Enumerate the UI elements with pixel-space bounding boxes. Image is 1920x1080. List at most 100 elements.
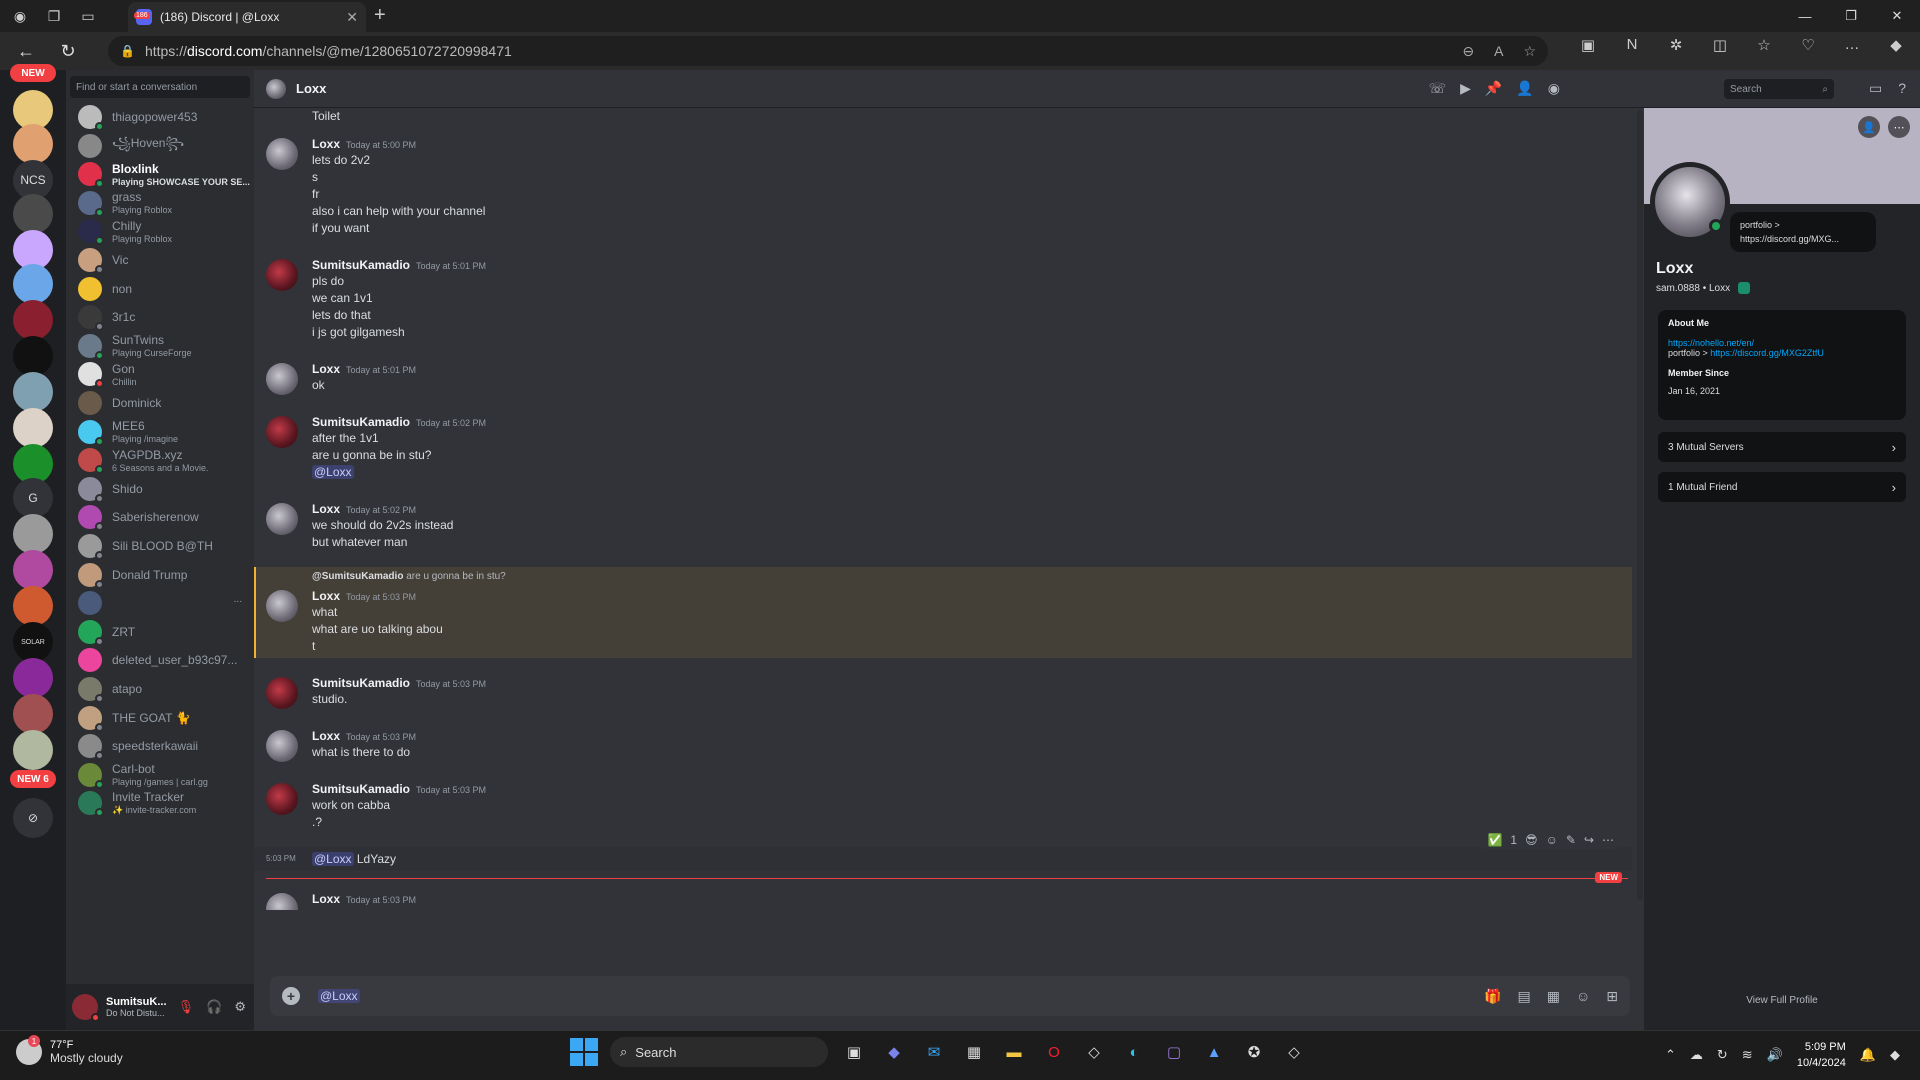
message-avatar[interactable]: [266, 363, 298, 395]
message-author[interactable]: Loxx: [312, 362, 340, 376]
reply-reference[interactable]: @SumitsuKamadio are u gonna be in stu?: [312, 571, 506, 582]
message-author[interactable]: Loxx: [312, 892, 340, 906]
close-window-icon[interactable]: ✕: [1874, 0, 1920, 32]
discover-servers-icon[interactable]: ⊘: [13, 798, 53, 838]
tab-actions-icon[interactable]: ▭: [74, 2, 102, 30]
edge-icon[interactable]: ◐: [1120, 1038, 1148, 1066]
server-icon[interactable]: [13, 408, 53, 448]
quick-reaction-icon[interactable]: 1: [1510, 833, 1517, 847]
url-field[interactable]: 🔒 https://discord.com/channels/@me/12806…: [108, 36, 1548, 66]
view-full-profile-link[interactable]: View Full Profile: [1644, 995, 1920, 1006]
more-menu-icon[interactable]: …: [1838, 36, 1866, 54]
extension-icon-2[interactable]: N: [1618, 36, 1646, 54]
server-icon[interactable]: [13, 514, 53, 554]
forward-icon[interactable]: ↪: [1584, 833, 1594, 847]
mic-muted-icon[interactable]: 🎙: [178, 999, 195, 1015]
user-mention[interactable]: @Loxx: [312, 465, 354, 479]
message-author[interactable]: SumitsuKamadio: [312, 415, 410, 429]
server-tag-icon[interactable]: [1738, 282, 1751, 294]
add-reaction-icon[interactable]: ☺: [1546, 833, 1558, 847]
app-icon-fox[interactable]: ▢: [1160, 1038, 1188, 1066]
message-avatar[interactable]: [266, 590, 298, 622]
taskbar-search[interactable]: ⌕ Search: [610, 1037, 828, 1067]
roblox-icon[interactable]: ◇: [1080, 1038, 1108, 1066]
server-icon[interactable]: [13, 730, 53, 770]
pinned-messages-icon[interactable]: 📌: [1485, 80, 1502, 97]
profile-icon[interactable]: ◉: [6, 2, 34, 30]
dm-search-input[interactable]: Find or start a conversation: [70, 76, 250, 98]
chat-header-name[interactable]: Loxx: [296, 81, 326, 96]
server-icon[interactable]: [13, 550, 53, 590]
voice-call-icon[interactable]: ☏: [1429, 80, 1447, 97]
message-composer[interactable]: + @Loxx 🎁 ▤ ▦ ☺ ⊞: [270, 976, 1630, 1016]
tray-chevron-up-icon[interactable]: ⌃: [1665, 1047, 1676, 1063]
teams-icon[interactable]: ◆: [880, 1038, 908, 1066]
read-aloud-icon[interactable]: A: [1494, 43, 1503, 59]
restore-icon[interactable]: ❐: [1828, 0, 1874, 32]
attach-plus-icon[interactable]: +: [282, 987, 300, 1005]
minimize-icon[interactable]: —: [1782, 0, 1828, 32]
more-actions-icon[interactable]: ⋯: [1602, 833, 1614, 847]
browser-essentials-icon[interactable]: ♡: [1794, 36, 1822, 54]
quick-reaction-icon[interactable]: ✅: [1487, 833, 1502, 847]
apps-icon[interactable]: ⊞: [1606, 988, 1618, 1005]
app-icon-active[interactable]: ▲: [1200, 1038, 1228, 1066]
volume-icon[interactable]: 🔊: [1767, 1047, 1783, 1063]
new-tab-icon[interactable]: +: [374, 4, 386, 27]
dm-more-icon[interactable]: ...: [234, 594, 242, 605]
emoji-icon[interactable]: ☺: [1576, 988, 1590, 1005]
server-icon[interactable]: [13, 586, 53, 626]
server-icon[interactable]: [13, 264, 53, 304]
message-author[interactable]: SumitsuKamadio: [312, 258, 410, 272]
chat-search-input[interactable]: Search ⌕: [1724, 79, 1834, 99]
workspaces-icon[interactable]: ❐: [40, 2, 68, 30]
add-friend-icon[interactable]: 👤: [1858, 116, 1880, 138]
mutual-servers-row[interactable]: 3 Mutual Servers ›: [1658, 432, 1906, 462]
hovered-message-row[interactable]: [254, 847, 1632, 871]
file-explorer-icon[interactable]: ▬: [1000, 1038, 1028, 1066]
refresh-icon[interactable]: ↻: [52, 35, 84, 67]
message-author[interactable]: Loxx: [312, 502, 340, 516]
message-author[interactable]: SumitsuKamadio: [312, 782, 410, 796]
sync-icon[interactable]: ↻: [1717, 1047, 1728, 1063]
opera-icon[interactable]: O: [1040, 1038, 1068, 1066]
back-icon[interactable]: ←: [10, 35, 42, 67]
taskbar-clock[interactable]: 5:09 PM 10/4/2024: [1797, 1039, 1846, 1071]
message-author[interactable]: SumitsuKamadio: [312, 676, 410, 690]
about-link-2[interactable]: https://discord.gg/MXG2ZtfU: [1710, 348, 1824, 358]
about-link-1[interactable]: https://nohello.net/en/: [1668, 338, 1896, 348]
copilot-icon[interactable]: ◆: [1882, 36, 1910, 54]
new-servers-badge-bottom[interactable]: NEW 6: [10, 770, 56, 788]
message-avatar[interactable]: [266, 783, 298, 815]
server-icon[interactable]: [13, 694, 53, 734]
profile-avatar[interactable]: [1650, 162, 1730, 242]
copilot-taskbar-icon[interactable]: ◆: [1890, 1047, 1900, 1063]
onedrive-icon[interactable]: ☁: [1690, 1047, 1703, 1063]
extension-icon-1[interactable]: ▣: [1574, 36, 1602, 54]
inbox-icon[interactable]: ▭: [1869, 80, 1882, 97]
message-avatar[interactable]: [266, 503, 298, 535]
server-icon[interactable]: [13, 300, 53, 340]
user-profile-icon[interactable]: ◉: [1548, 80, 1560, 97]
chat-header-avatar[interactable]: [266, 78, 286, 99]
user-name[interactable]: SumitsuK...: [106, 996, 167, 1008]
server-icon[interactable]: [13, 336, 53, 376]
server-icon[interactable]: SOLAR: [13, 622, 53, 662]
mail-icon[interactable]: ✉: [920, 1038, 948, 1066]
server-icon[interactable]: [13, 194, 53, 234]
message-avatar[interactable]: [266, 259, 298, 291]
zoom-icon[interactable]: ⊖: [1462, 43, 1474, 60]
browser-tab-discord[interactable]: (186) Discord | @Loxx ✕: [128, 2, 366, 32]
tab-close-icon[interactable]: ✕: [346, 9, 358, 26]
message-author[interactable]: Loxx: [312, 137, 340, 151]
message-avatar[interactable]: [266, 138, 298, 170]
gif-icon[interactable]: ▤: [1518, 988, 1531, 1005]
message-avatar[interactable]: [266, 677, 298, 709]
mutual-friends-row[interactable]: 1 Mutual Friend ›: [1658, 472, 1906, 502]
message-avatar[interactable]: [266, 893, 298, 910]
chat-scrollbar[interactable]: [1637, 110, 1643, 900]
sticker-icon[interactable]: ▦: [1547, 988, 1560, 1005]
user-mention[interactable]: @Loxx: [312, 852, 354, 866]
task-view-icon[interactable]: ▣: [840, 1038, 868, 1066]
weather-widget[interactable]: 77°F Mostly cloudy: [16, 1035, 123, 1065]
